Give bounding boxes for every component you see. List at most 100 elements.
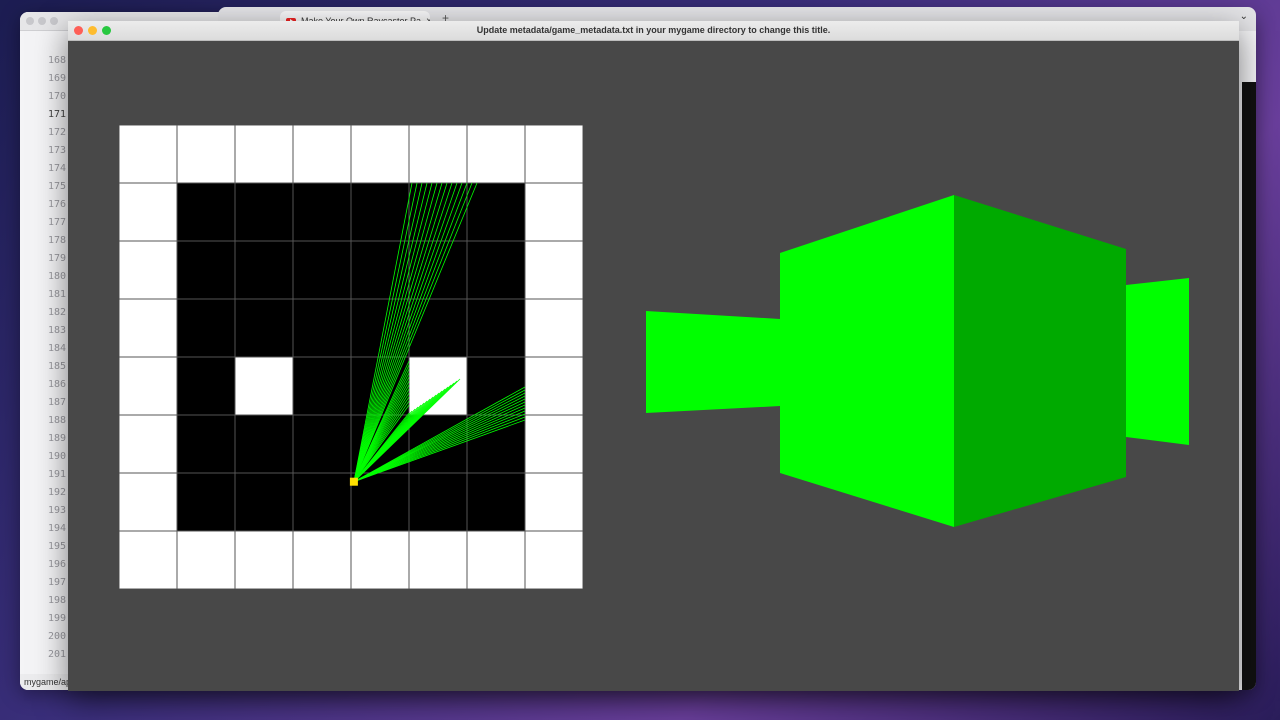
line-number: 172 — [47, 127, 66, 138]
map-wall-cell — [524, 414, 583, 474]
far-right-wall — [1126, 278, 1189, 445]
map-floor-cell — [466, 182, 526, 242]
map-wall-cell — [119, 530, 178, 589]
map-floor-cell — [176, 298, 236, 358]
line-number: 194 — [47, 523, 66, 534]
map-floor-cell — [292, 240, 352, 300]
map-floor-cell — [350, 240, 410, 300]
line-number: 174 — [47, 163, 66, 174]
map-floor-cell — [292, 414, 352, 474]
minimize-icon[interactable] — [38, 17, 46, 25]
line-number: 173 — [47, 145, 66, 156]
map-floor-cell — [350, 182, 410, 242]
line-number: 201 — [47, 649, 66, 660]
map-wall-cell — [119, 182, 178, 242]
map-floor-cell — [292, 472, 352, 532]
chevron-down-icon[interactable]: ⌄ — [1240, 11, 1248, 22]
close-icon[interactable] — [26, 17, 34, 25]
map-wall-cell — [466, 530, 526, 589]
map-wall-cell — [466, 125, 526, 184]
line-number: 185 — [47, 361, 66, 372]
line-number: 179 — [47, 253, 66, 264]
map-floor-cell — [466, 240, 526, 300]
map-wall-cell — [119, 356, 178, 416]
line-number: 197 — [47, 577, 66, 588]
top-down-map — [119, 125, 583, 589]
map-floor-cell — [234, 414, 294, 474]
map-wall-cell — [408, 356, 468, 416]
line-number: 186 — [47, 379, 66, 390]
line-number: 192 — [47, 487, 66, 498]
map-wall-cell — [524, 356, 583, 416]
map-floor-cell — [234, 472, 294, 532]
line-number: 184 — [47, 343, 66, 354]
raycast-3d-view — [646, 195, 1189, 527]
map-floor-cell — [234, 182, 294, 242]
map-wall-cell — [292, 125, 352, 184]
game-titlebar: Update metadata/game_metadata.txt in you… — [68, 21, 1239, 41]
map-wall-cell — [119, 125, 178, 184]
line-number: 187 — [47, 397, 66, 408]
map-floor-cell — [176, 356, 236, 416]
line-number: 183 — [47, 325, 66, 336]
line-number: 189 — [47, 433, 66, 444]
line-number: 177 — [47, 217, 66, 228]
map-wall-cell — [119, 472, 178, 532]
map-wall-cell — [524, 472, 583, 532]
line-number: 178 — [47, 235, 66, 246]
map-wall-cell — [524, 125, 583, 184]
line-number: 199 — [47, 613, 66, 624]
far-left-wall — [646, 311, 780, 413]
map-wall-cell — [408, 125, 468, 184]
zoom-icon[interactable] — [50, 17, 58, 25]
line-number: 169 — [47, 73, 66, 84]
line-number: 188 — [47, 415, 66, 426]
map-floor-cell — [292, 182, 352, 242]
close-icon[interactable] — [74, 26, 83, 35]
line-number: 182 — [47, 307, 66, 318]
map-wall-cell — [119, 414, 178, 474]
map-floor-cell — [408, 298, 468, 358]
minimize-icon[interactable] — [88, 26, 97, 35]
map-floor-cell — [408, 472, 468, 532]
line-number-gutter: 168 169 170 171 172 173 174 175 176 177 178 179 180 1… — [20, 52, 66, 664]
map-wall-cell — [176, 125, 236, 184]
line-number: 190 — [47, 451, 66, 462]
line-number: 180 — [47, 271, 66, 282]
line-number: 191 — [47, 469, 66, 480]
map-wall-cell — [234, 356, 294, 416]
map-floor-cell — [350, 472, 410, 532]
map-wall-cell — [119, 298, 178, 358]
map-floor-cell — [176, 182, 236, 242]
map-wall-cell — [408, 530, 468, 589]
editor-scrollbar[interactable] — [1242, 82, 1256, 690]
near-side-wall — [954, 195, 1126, 527]
map-wall-cell — [524, 240, 583, 300]
line-number: 168 — [47, 55, 66, 66]
line-number: 198 — [47, 595, 66, 606]
line-number: 200 — [47, 631, 66, 642]
map-wall-cell — [350, 125, 410, 184]
line-number: 175 — [47, 181, 66, 192]
map-floor-cell — [176, 240, 236, 300]
line-number: 170 — [47, 91, 66, 102]
line-number: 171 — [47, 109, 66, 120]
game-window-title: Update metadata/game_metadata.txt in you… — [476, 25, 831, 35]
line-number: 193 — [47, 505, 66, 516]
map-floor-cell — [234, 240, 294, 300]
map-floor-cell — [176, 472, 236, 532]
map-floor-cell — [292, 356, 352, 416]
map-wall-cell — [119, 240, 178, 300]
line-number: 181 — [47, 289, 66, 300]
map-wall-cell — [524, 530, 583, 589]
map-wall-cell — [292, 530, 352, 589]
map-floor-cell — [176, 414, 236, 474]
map-floor-cell — [234, 298, 294, 358]
map-wall-cell — [524, 298, 583, 358]
map-wall-cell — [524, 182, 583, 242]
game-window: Update metadata/game_metadata.txt in you… — [68, 21, 1239, 691]
zoom-icon[interactable] — [102, 26, 111, 35]
map-wall-cell — [234, 125, 294, 184]
line-number: 196 — [47, 559, 66, 570]
line-number: 176 — [47, 199, 66, 210]
